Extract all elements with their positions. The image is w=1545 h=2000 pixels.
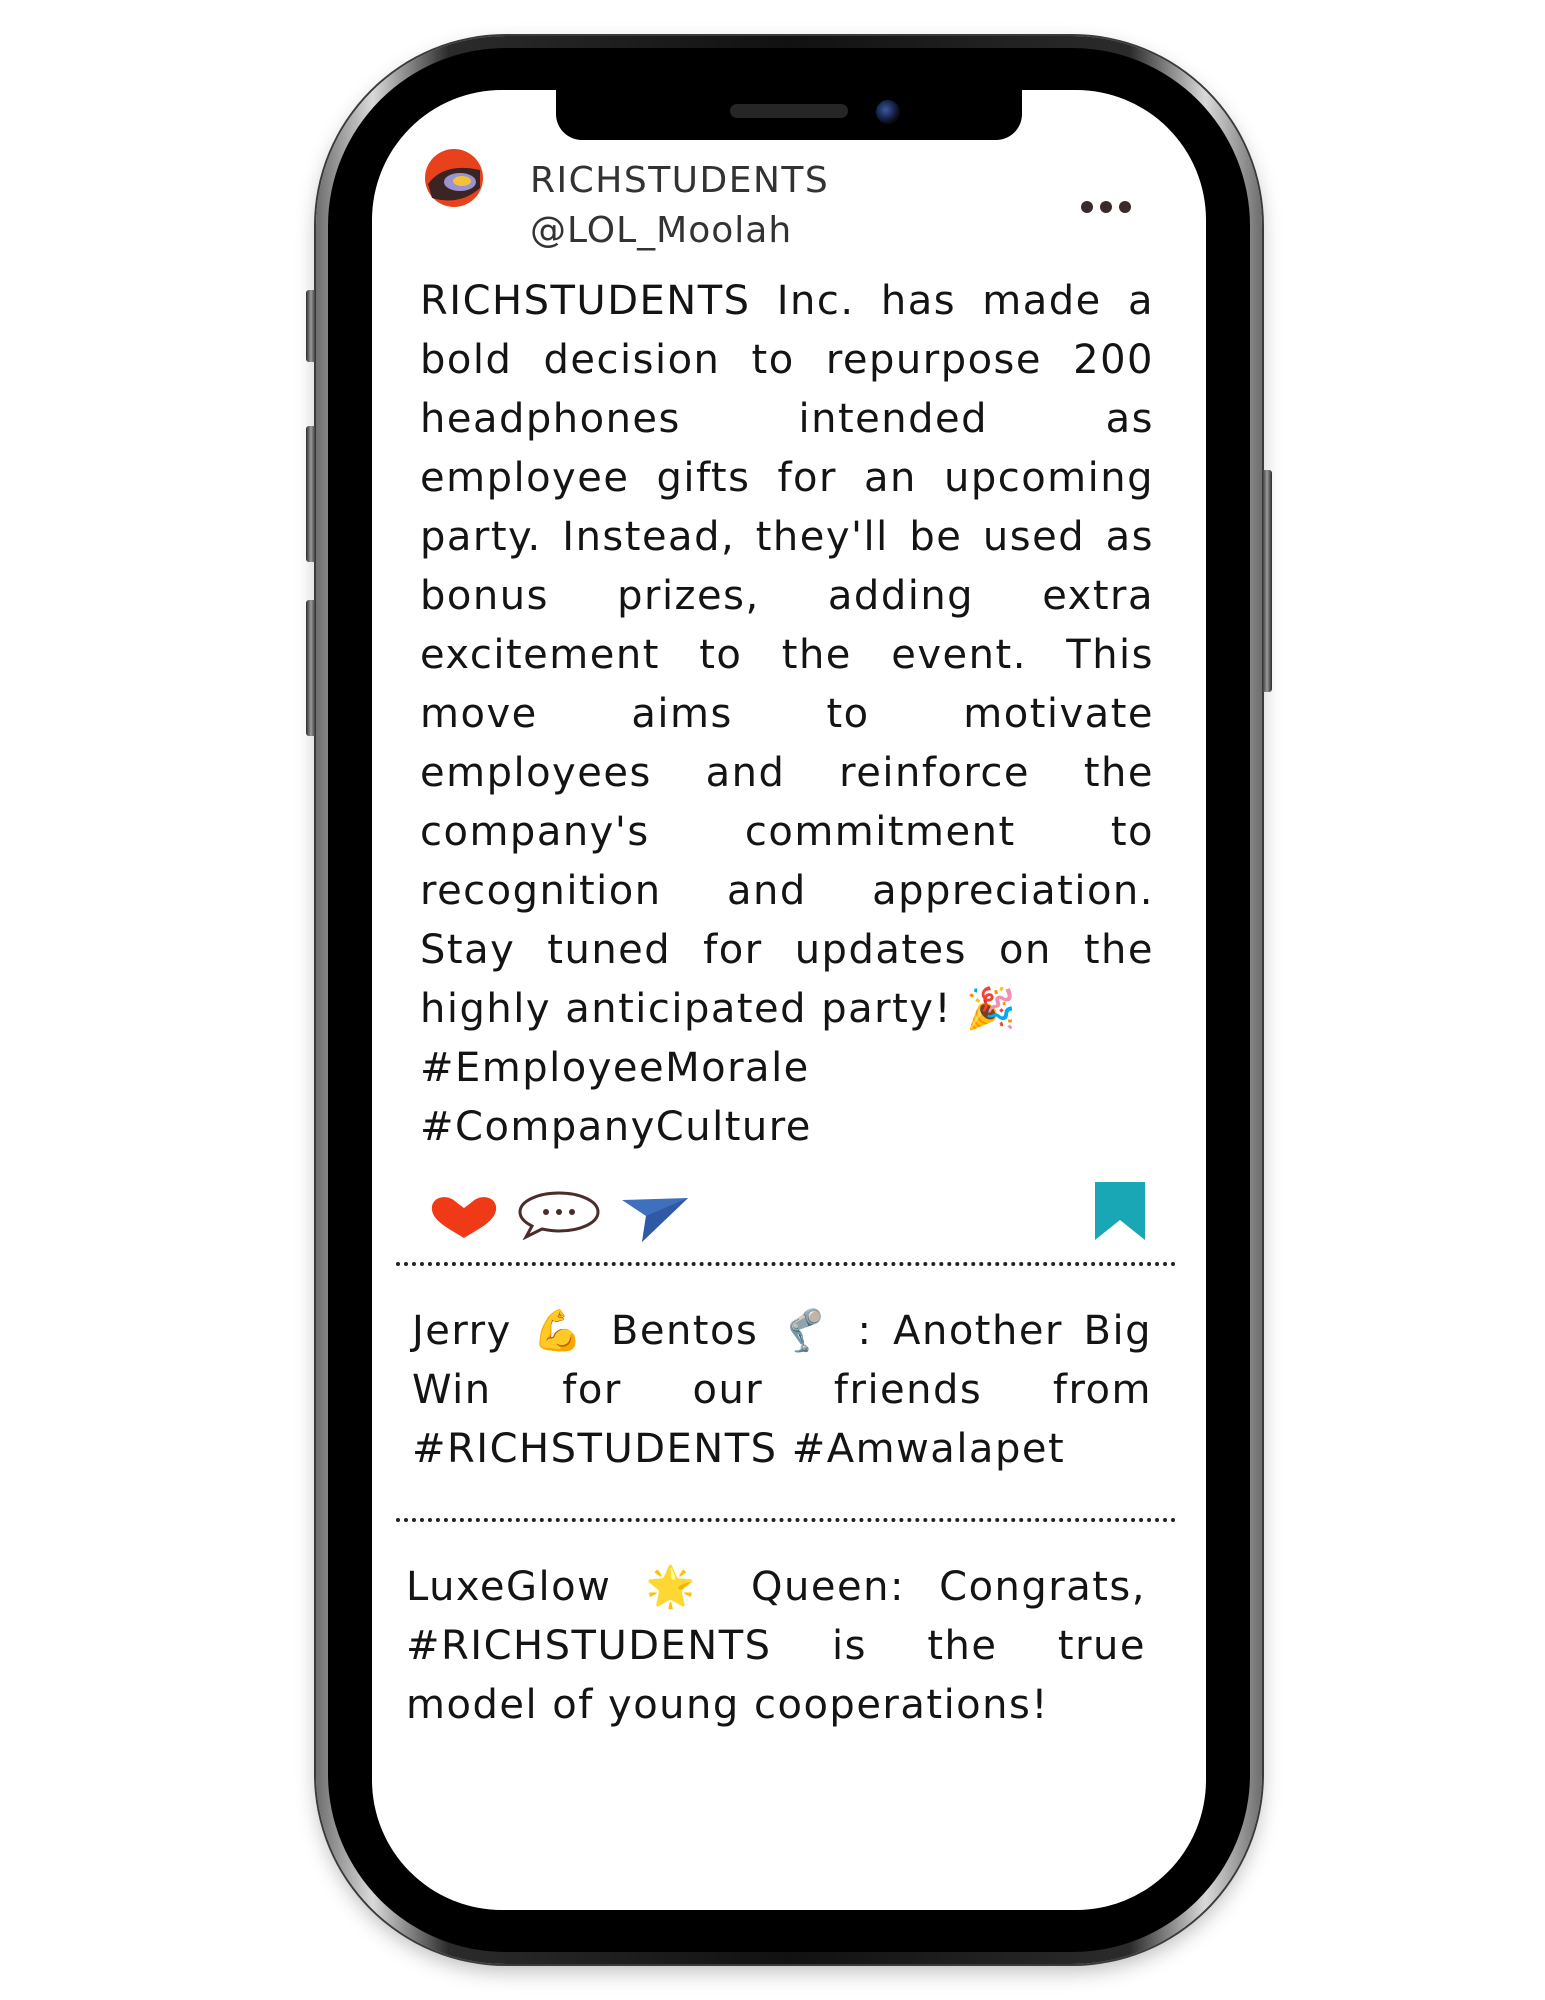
post-text: RICHSTUDENTS Inc. has made a bold decisi… [420, 278, 1154, 1032]
comment-divider [396, 1518, 1176, 1522]
comment-icon[interactable] [516, 1190, 602, 1240]
more-options-icon[interactable] [1080, 200, 1132, 214]
flexed-biceps-icon: 💪 [532, 1308, 591, 1354]
commenter-name[interactable]: Jerry [412, 1308, 512, 1354]
avatar[interactable] [424, 148, 484, 210]
commenter-name[interactable]: LuxeGlow [406, 1564, 611, 1610]
glowing-star-icon: 🌟 [645, 1564, 717, 1610]
hashtag[interactable]: #CompanyCulture [420, 1098, 1154, 1157]
comment-item: Jerry 💪 Bentos 🦿 : Another Big Win for o… [412, 1302, 1152, 1479]
party-popper-icon: 🎉 [966, 986, 1018, 1032]
comment-divider [396, 1262, 1176, 1266]
heart-icon[interactable] [428, 1194, 500, 1240]
author-handle[interactable]: @LOL_Moolah [530, 210, 792, 251]
post-actions [420, 1180, 1160, 1250]
commenter-name[interactable]: Queen: [751, 1564, 905, 1610]
author-name[interactable]: RICHSTUDENTS [530, 160, 829, 201]
share-icon[interactable] [620, 1194, 690, 1244]
bookmark-icon[interactable] [1092, 1180, 1148, 1242]
hashtag[interactable]: #EmployeeMorale [420, 1039, 1154, 1098]
mechanical-leg-icon: 🦿 [779, 1308, 837, 1354]
comment-item: LuxeGlow 🌟 Queen: Congrats, #RICHSTUDENT… [406, 1558, 1146, 1735]
post-body: RICHSTUDENTS Inc. has made a bold decisi… [420, 272, 1154, 1157]
commenter-name[interactable]: Bentos [611, 1308, 758, 1354]
post-view: RICHSTUDENTS @LOL_Moolah RICHSTUDENTS In… [0, 0, 1545, 2000]
